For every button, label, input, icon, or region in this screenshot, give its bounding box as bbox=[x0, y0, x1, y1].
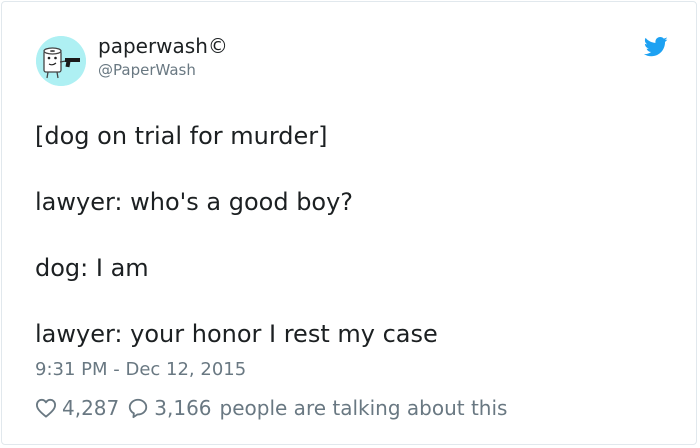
tweet-line: [dog on trial for murder] bbox=[35, 122, 328, 150]
tweet-card: paperwash© @PaperWash [dog on trial for … bbox=[1, 1, 697, 445]
heart-icon bbox=[35, 398, 57, 418]
reply-count: 3,166 bbox=[154, 396, 212, 420]
engagement-bar: 4,287 3,166 people are talking about thi… bbox=[35, 394, 507, 422]
avatar[interactable] bbox=[36, 36, 86, 86]
paper-towel-gun-icon bbox=[36, 36, 86, 86]
tweet-line: dog: I am bbox=[35, 254, 149, 282]
display-name[interactable]: paperwash© bbox=[98, 34, 228, 58]
like-button[interactable]: 4,287 bbox=[35, 396, 127, 420]
tweet-line: lawyer: who's a good boy? bbox=[35, 188, 354, 216]
tweet-text: [dog on trial for murder] lawyer: who's … bbox=[35, 120, 675, 351]
talking-about-text[interactable]: people are talking about this bbox=[220, 396, 508, 420]
speech-bubble-icon bbox=[127, 397, 149, 419]
twitter-bird-icon[interactable] bbox=[643, 37, 668, 57]
like-count: 4,287 bbox=[62, 396, 120, 420]
reply-button[interactable]: 3,166 bbox=[127, 396, 212, 420]
user-handle[interactable]: @PaperWash bbox=[98, 60, 196, 80]
tweet-timestamp[interactable]: 9:31 PM - Dec 12, 2015 bbox=[35, 358, 246, 382]
tweet-line: lawyer: your honor I rest my case bbox=[35, 320, 438, 348]
